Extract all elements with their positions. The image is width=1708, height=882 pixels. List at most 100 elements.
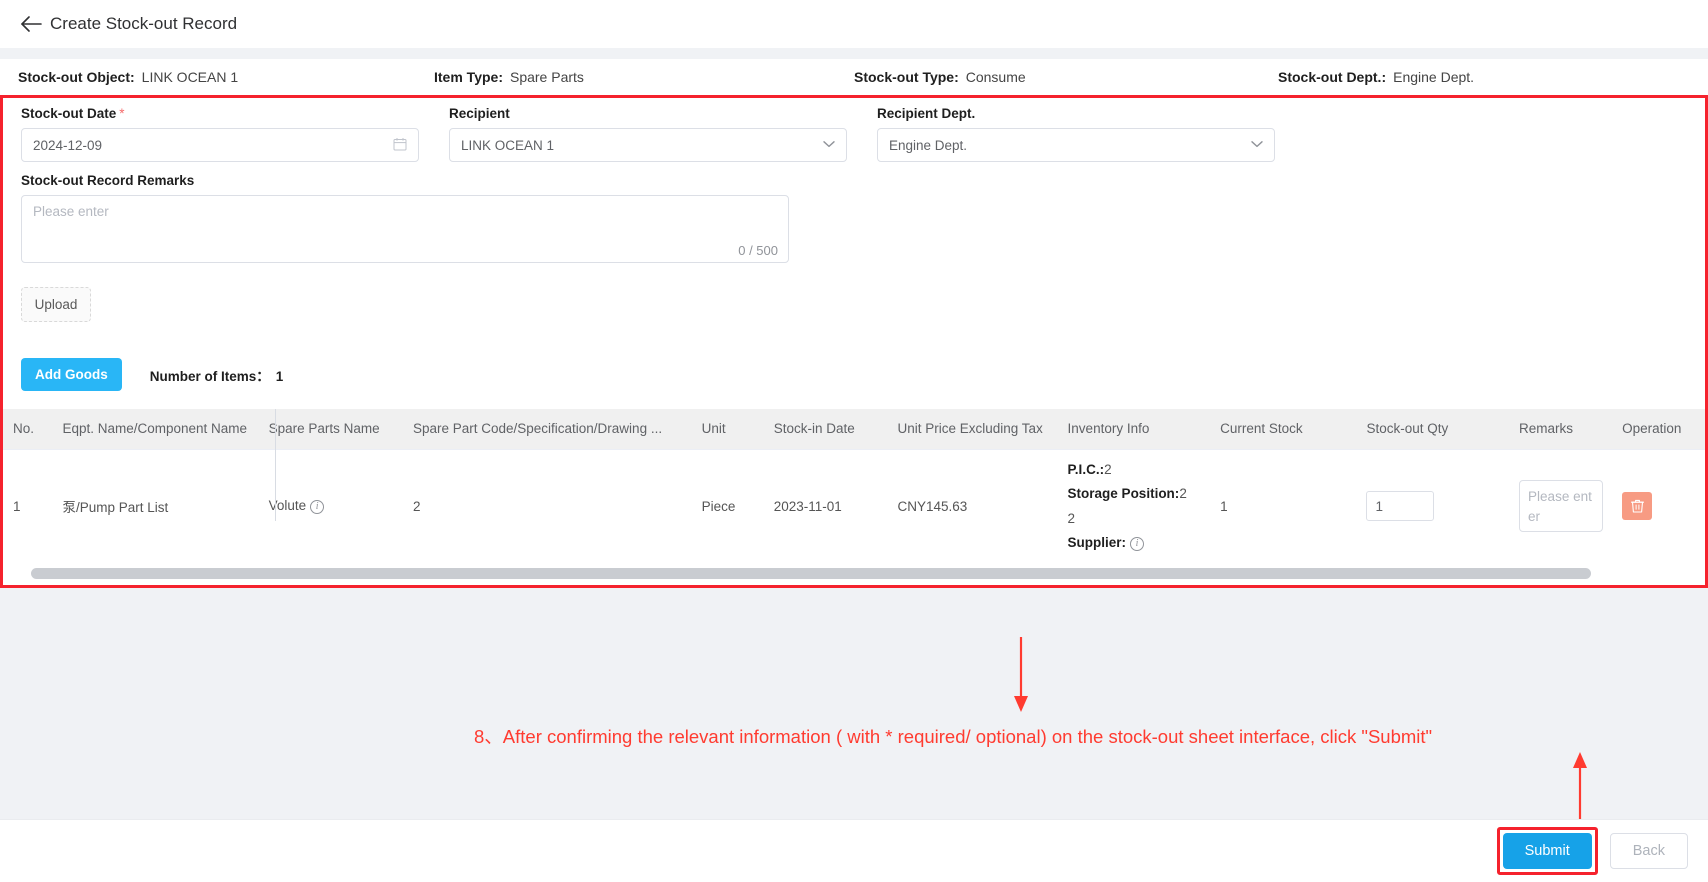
cell-stock-out-qty: 1 (1356, 449, 1510, 564)
summary-label: Stock-out Object: (18, 69, 135, 85)
number-of-items-value: 1 (275, 368, 284, 384)
field-recipient: Recipient LINK OCEAN 1 (449, 106, 847, 162)
recipient-dept-select[interactable]: Engine Dept. (877, 128, 1275, 162)
number-of-items-label: Number of Items： (149, 368, 270, 384)
inventory-storage-overflow: 2 (1067, 510, 1076, 526)
summary-value: Engine Dept. (1393, 69, 1475, 85)
annotation-text: 8、After confirming the relevant informat… (474, 726, 1433, 747)
th-inventory-info: Inventory Info (1057, 409, 1211, 450)
recipient-dept-value: Engine Dept. (889, 137, 968, 153)
row-remarks-input[interactable]: Please enter (1519, 480, 1604, 533)
field-recipient-dept: Recipient Dept. Engine Dept. (877, 106, 1275, 162)
info-icon[interactable]: i (310, 499, 325, 514)
cell-stock-in-date: 2023-11-01 (763, 449, 888, 564)
stock-out-date-input[interactable]: 2024-12-09 (21, 128, 419, 162)
footer-action-bar: Submit Back (0, 819, 1708, 882)
goods-table-head: No. Eqpt. Name/Component Name Spare Part… (3, 409, 1705, 450)
stock-out-date-value: 2024-12-09 (33, 137, 103, 153)
inventory-storage: Storage Position:2 (1068, 484, 1201, 504)
calendar-icon[interactable] (393, 137, 407, 154)
summary-label: Stock-out Dept.: (1278, 69, 1387, 85)
th-no: No. (3, 409, 53, 450)
back-button[interactable]: Back (1609, 833, 1688, 869)
th-operation: Operation (1612, 409, 1705, 450)
summary-stock-out-object: Stock-out Object: LINK OCEAN 1 (18, 69, 434, 85)
arrow-left-icon[interactable] (18, 11, 44, 37)
info-icon[interactable]: i (1130, 536, 1145, 551)
inventory-storage-label: Storage Position: (1067, 486, 1180, 502)
goods-toolbar: Add Goods Number of Items： 1 (21, 358, 1687, 391)
summary-item-type: Item Type: Spare Parts (434, 69, 854, 85)
summary-info-row: Stock-out Object: LINK OCEAN 1 Item Type… (0, 59, 1708, 95)
remarks-label: Stock-out Record Remarks (21, 173, 195, 188)
title-bar: Create Stock-out Record (0, 0, 1708, 48)
form-highlight-box: Stock-out Date * 2024-12-09 Recipient LI… (0, 95, 1708, 588)
inventory-supplier: Supplier: i (1068, 533, 1201, 553)
th-stock-out-qty: Stock-out Qty (1356, 409, 1510, 450)
trash-icon[interactable] (1622, 492, 1653, 521)
summary-value: Consume (965, 69, 1026, 85)
summary-value: Spare Parts (509, 69, 584, 85)
summary-stock-out-dept: Stock-out Dept.: Engine Dept. (1278, 69, 1690, 85)
inventory-pic-value: 2 (1104, 461, 1112, 477)
cell-spare-part-code: 2 (402, 449, 692, 564)
table-row: 1 泵/Pump Part List Volute i 2 Piece 2023-… (3, 449, 1705, 564)
th-spare-parts-name: Spare Parts Name (258, 409, 403, 450)
stock-out-qty-input[interactable]: 1 (1366, 491, 1435, 522)
summary-value: LINK OCEAN 1 (141, 69, 239, 85)
field-stock-out-record-remarks: Stock-out Record Remarks Please enter 0 … (21, 173, 1687, 263)
stock-out-date-label: Stock-out Date * (21, 106, 419, 121)
goods-table-body: 1 泵/Pump Part List Volute i 2 Piece 2023-… (3, 449, 1705, 564)
th-eqpt-name: Eqpt. Name/Component Name (52, 409, 259, 450)
add-goods-button[interactable]: Add Goods (21, 358, 122, 391)
header-divider (0, 48, 1708, 59)
cell-unit: Piece (691, 449, 764, 564)
recipient-label: Recipient (449, 106, 510, 121)
label-text: Stock-out Date (21, 106, 117, 121)
field-stock-out-date: Stock-out Date * 2024-12-09 (21, 106, 419, 162)
th-current-stock: Current Stock (1210, 409, 1357, 450)
inventory-supplier-label: Supplier: (1067, 535, 1127, 551)
recipient-dept-label: Recipient Dept. (877, 106, 976, 121)
chevron-down-icon[interactable] (1251, 139, 1263, 151)
remarks-textarea[interactable]: Please enter 0 / 500 (21, 195, 789, 263)
recipient-value: LINK OCEAN 1 (461, 137, 555, 153)
th-spare-part-code: Spare Part Code/Specification/Drawing ..… (402, 409, 692, 450)
upload-area: Upload (21, 287, 1687, 322)
inventory-pic: P.I.C.:2 (1068, 460, 1201, 480)
th-unit-price: Unit Price Excluding Tax (887, 409, 1058, 450)
recipient-select[interactable]: LINK OCEAN 1 (449, 128, 847, 162)
submit-button[interactable]: Submit (1502, 833, 1592, 869)
chevron-down-icon[interactable] (823, 139, 835, 151)
summary-stock-out-type: Stock-out Type: Consume (854, 69, 1278, 85)
inventory-pic-label: P.I.C.: (1067, 461, 1105, 477)
cell-unit-price: CNY145.63 (887, 449, 1058, 564)
cell-remarks: Please enter (1509, 449, 1613, 564)
scrollbar-thumb[interactable] (31, 567, 1591, 579)
th-remarks: Remarks (1509, 409, 1613, 450)
cell-spare-parts-name: Volute i (258, 449, 403, 564)
cell-no: 1 (3, 449, 53, 564)
inventory-storage-value: 2 (1179, 486, 1187, 502)
form-field-row: Stock-out Date * 2024-12-09 Recipient LI… (21, 106, 1687, 162)
table-horizontal-scrollbar[interactable] (31, 567, 1695, 579)
upload-button[interactable]: Upload (21, 287, 91, 322)
goods-table: No. Eqpt. Name/Component Name Spare Part… (3, 409, 1705, 564)
cell-operation (1612, 449, 1705, 564)
page-title: Create Stock-out Record (50, 13, 238, 33)
submit-highlight-box: Submit (1496, 827, 1598, 875)
th-stock-in-date: Stock-in Date (763, 409, 888, 450)
cell-current-stock: 1 (1210, 449, 1357, 564)
required-marker: * (119, 106, 125, 121)
form-area: Stock-out Date * 2024-12-09 Recipient LI… (3, 98, 1705, 391)
remarks-char-counter: 0 / 500 (738, 243, 778, 258)
cell-inventory-info: P.I.C.:2 Storage Position:2 2 Supplier: i (1057, 449, 1211, 564)
fixed-column-separator (275, 409, 276, 521)
remarks-placeholder: Please enter (33, 204, 109, 219)
th-unit: Unit (691, 409, 764, 450)
goods-table-wrapper: No. Eqpt. Name/Component Name Spare Part… (3, 409, 1705, 579)
table-header-row: No. Eqpt. Name/Component Name Spare Part… (3, 409, 1705, 450)
number-of-items: Number of Items： 1 (150, 365, 284, 385)
main-card: Stock-out Object: LINK OCEAN 1 Item Type… (0, 59, 1708, 588)
summary-label: Item Type: (434, 69, 503, 85)
